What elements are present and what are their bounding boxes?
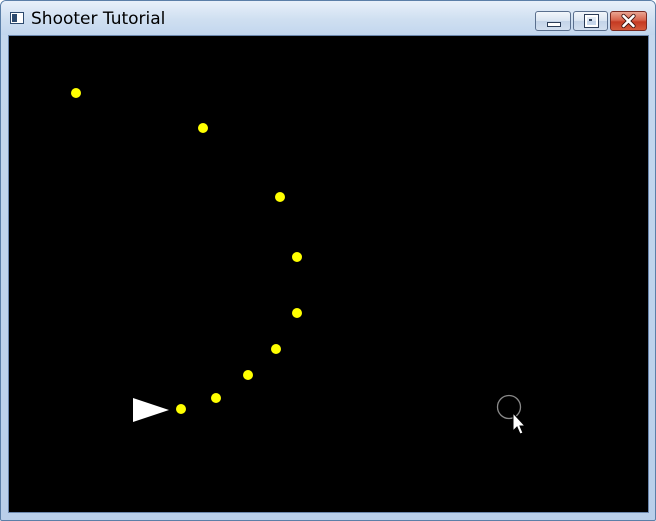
bullet	[271, 344, 281, 354]
maximize-button[interactable]	[573, 11, 608, 31]
mouse-pointer-icon	[512, 411, 527, 435]
bullet	[198, 123, 208, 133]
maximize-icon	[584, 14, 599, 28]
bullet	[275, 192, 285, 202]
app-window-icon[interactable]	[10, 12, 24, 24]
bullet	[176, 404, 186, 414]
player-ship	[133, 398, 169, 422]
bullet	[292, 252, 302, 262]
bullet	[292, 308, 302, 318]
window-title: Shooter Tutorial	[31, 9, 166, 29]
title-bar[interactable]: Shooter Tutorial	[1, 1, 655, 35]
close-button[interactable]	[610, 11, 647, 31]
close-icon	[621, 13, 636, 29]
bullet	[71, 88, 81, 98]
bullet	[243, 370, 253, 380]
minimize-button[interactable]	[535, 11, 571, 31]
game-scene	[71, 88, 527, 435]
bullets	[71, 88, 302, 414]
game-window: Shooter Tutorial	[0, 0, 656, 521]
game-canvas[interactable]	[8, 35, 649, 513]
minimize-icon	[547, 22, 561, 27]
aim-reticle	[496, 394, 522, 420]
bullet	[211, 393, 221, 403]
